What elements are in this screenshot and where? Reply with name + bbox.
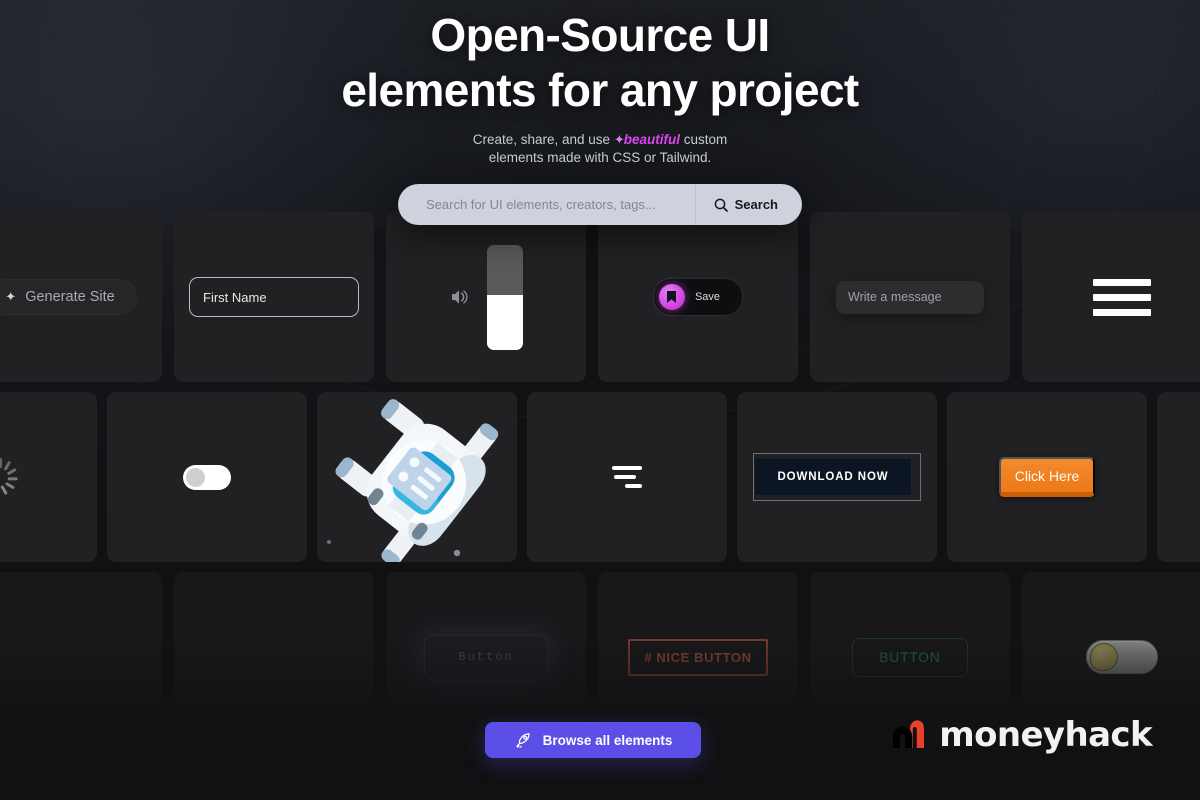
spinner-loader-card[interactable] [0, 392, 97, 562]
bars-loader-card[interactable] [527, 392, 727, 562]
volume-slider-group [450, 244, 523, 350]
hero-subtitle-line-2: elements made with CSS or Tailwind. [488, 150, 712, 166]
nice-button-card[interactable]: # NICE BUTTON [598, 572, 798, 742]
hero-subtitle-line-1: Create, share, and use ✦beautiful custom [0, 131, 1200, 149]
brand-logo[interactable]: moneyhack [890, 715, 1153, 755]
spinner-icon [0, 457, 18, 497]
volume-icon [451, 290, 467, 304]
hamburger-menu-card[interactable] [1022, 212, 1200, 382]
element-gallery: ✦ Generate Site First Name Save Write a … [0, 212, 1200, 742]
toggle-gold-icon[interactable] [1086, 640, 1158, 674]
empty-card [1157, 392, 1200, 562]
browse-all-elements-button[interactable]: Browse all elements [485, 722, 701, 758]
page-title: Open-Source UI elements for any project [0, 12, 1200, 113]
download-now-frame: DOWNLOAD NOW [753, 453, 921, 501]
search-icon [714, 198, 728, 212]
page-root: Open-Source UI elements for any project … [0, 0, 1200, 800]
hero-subtitle-pre: Create, share, and use [472, 132, 614, 147]
hamburger-bar [1093, 278, 1151, 286]
loader-bar [625, 484, 642, 488]
click-here-card[interactable]: Click Here [947, 392, 1147, 562]
spinner-blade [0, 484, 9, 496]
hero-subtitle-emphasis: beautiful [623, 132, 680, 147]
bookmark-icon [658, 284, 685, 310]
brand-name: moneyhack [939, 715, 1152, 755]
hero-subtitle-post: custom [679, 132, 728, 147]
search-button[interactable]: Search [694, 184, 802, 225]
save-toggle-card[interactable]: Save [598, 212, 798, 382]
first-name-value: First Name [203, 289, 267, 305]
page-title-line-1: Open-Source UI [430, 9, 770, 61]
sparkle-icon: ✦ [5, 289, 17, 304]
page-title-line-2: elements for any project [341, 64, 859, 116]
search-button-label: Search [734, 197, 778, 212]
spinner-blade [7, 477, 18, 481]
volume-slider-card[interactable] [386, 212, 586, 382]
blank-card-2 [174, 572, 374, 742]
rocket-icon [515, 733, 530, 748]
spinner-blade [4, 481, 16, 490]
astronaut-icon [327, 399, 499, 562]
blank-card-1 [0, 572, 162, 742]
spinner-blade [6, 467, 17, 476]
hamburger-bar [1093, 308, 1151, 316]
loader-bar [612, 466, 642, 470]
bars-loader-icon [612, 466, 642, 488]
save-label: Save [694, 291, 721, 303]
search-input[interactable] [398, 184, 695, 225]
hamburger-icon[interactable] [1093, 278, 1151, 316]
volume-slider-track[interactable] [486, 244, 523, 350]
glow-button[interactable]: Button [424, 635, 548, 679]
spinner-blade [0, 458, 3, 468]
write-message-placeholder: Write a message [848, 290, 942, 304]
generate-site-button[interactable]: ✦ Generate Site [0, 279, 137, 315]
gallery-row-2: DOWNLOAD NOW Click Here [0, 392, 1200, 562]
search-bar[interactable]: Search [398, 184, 802, 225]
first-name-input[interactable]: First Name [189, 277, 359, 317]
glow-button-card[interactable]: Button [386, 572, 586, 742]
hero-subtitle: Create, share, and use ✦beautiful custom… [0, 131, 1200, 167]
astronaut-illustration-card[interactable] [317, 392, 517, 562]
outline-button[interactable]: BUTTON [852, 637, 968, 677]
generate-site-card[interactable]: ✦ Generate Site [0, 212, 162, 382]
toggle-off-icon[interactable] [183, 464, 231, 490]
download-now-card[interactable]: DOWNLOAD NOW [737, 392, 937, 562]
gallery-row-1: ✦ Generate Site First Name Save Write a … [0, 212, 1200, 382]
hero-section: Open-Source UI elements for any project … [0, 0, 1200, 167]
download-now-button[interactable]: DOWNLOAD NOW [755, 459, 911, 495]
first-name-input-card[interactable]: First Name [174, 212, 374, 382]
nice-button[interactable]: # NICE BUTTON [628, 638, 768, 676]
write-message-input[interactable]: Write a message [836, 280, 984, 314]
moneyhack-mark-icon [893, 720, 925, 748]
hamburger-bar [1093, 293, 1151, 301]
gold-toggle-knob [1090, 643, 1118, 671]
loader-bar [614, 475, 636, 479]
toggle-knob [186, 467, 205, 487]
switch-toggle-card[interactable] [107, 392, 307, 562]
generate-site-label: Generate Site [25, 289, 115, 305]
click-here-button[interactable]: Click Here [998, 457, 1096, 497]
write-message-card[interactable]: Write a message [810, 212, 1010, 382]
spinner-blade [3, 460, 12, 471]
save-toggle[interactable]: Save [652, 278, 744, 316]
sparkle-icon: ✦ [613, 132, 625, 147]
browse-all-elements-label: Browse all elements [542, 732, 673, 748]
volume-slider-fill [486, 294, 523, 350]
